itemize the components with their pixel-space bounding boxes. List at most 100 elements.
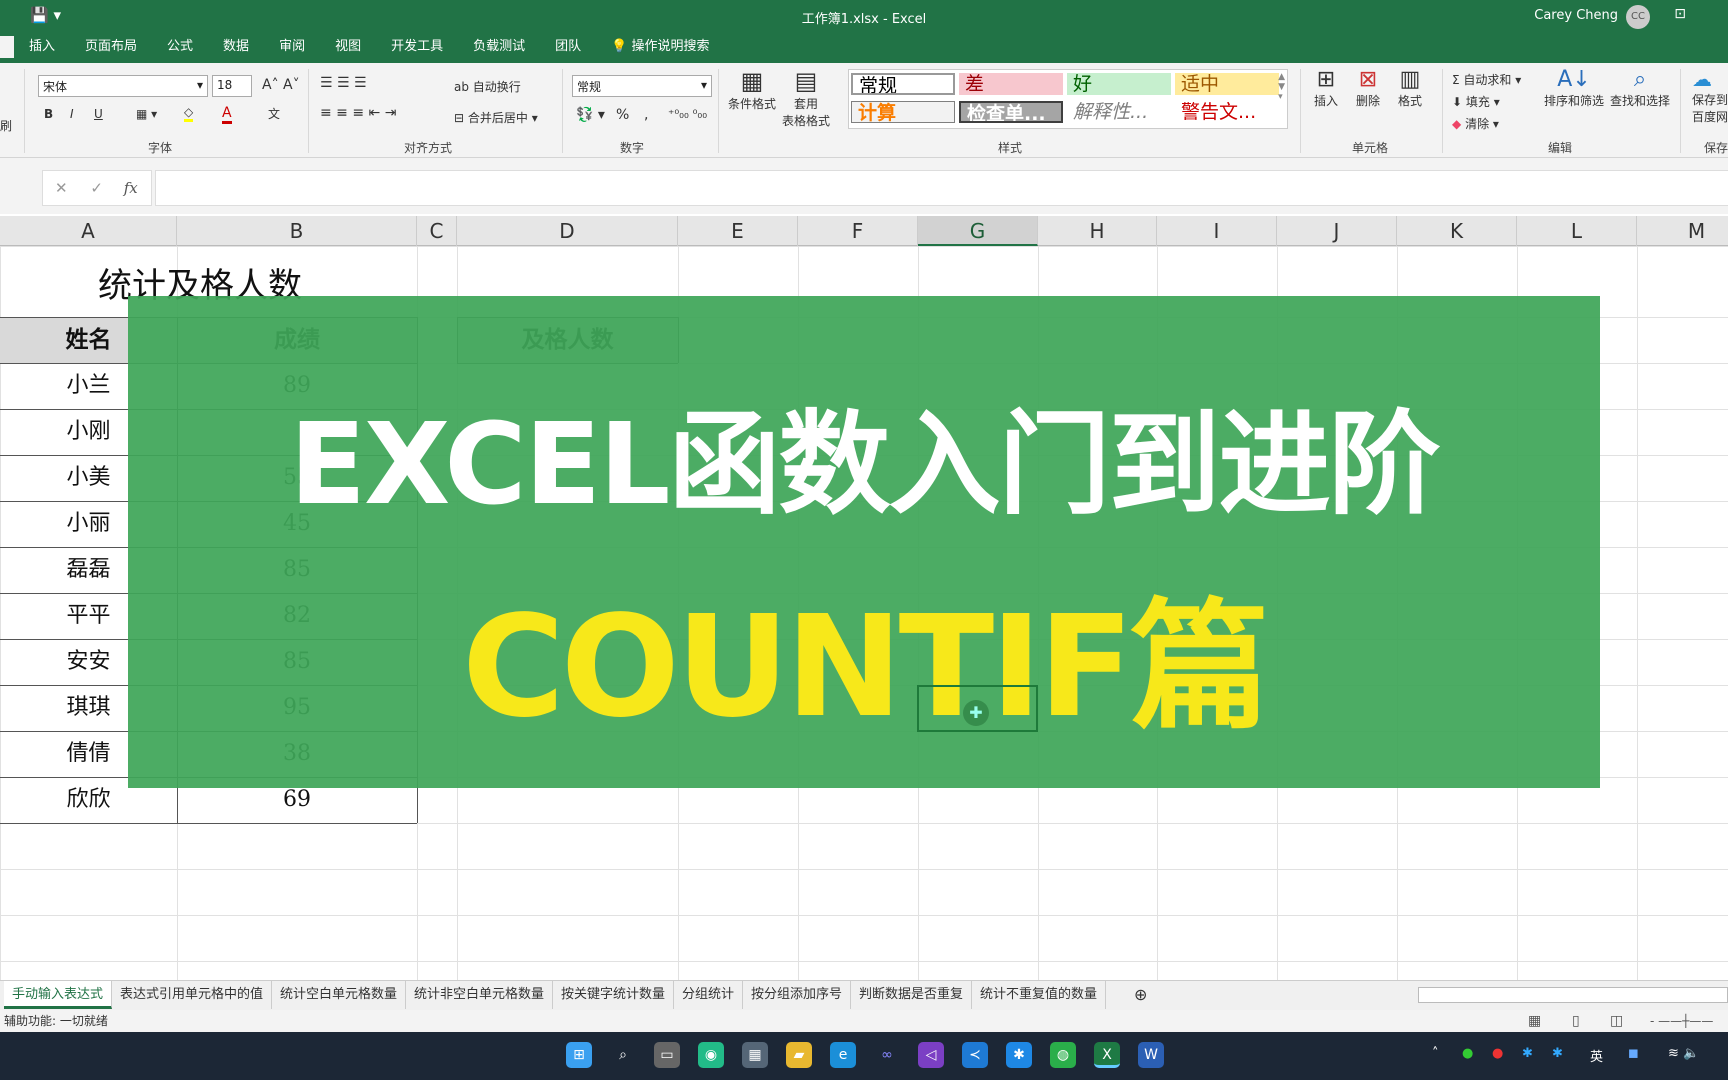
wrap-text-button[interactable]: ab 自动换行	[454, 78, 521, 95]
format-cells-button[interactable]: ▥ 格式	[1398, 67, 1422, 109]
save-baidu-button[interactable]: ☁ 保存到百度网盘	[1692, 67, 1728, 125]
column-header-c[interactable]: C	[417, 216, 457, 246]
ribbon-display-icon[interactable]: ⊡	[1674, 6, 1686, 22]
vscode-icon[interactable]: ≺	[962, 1042, 988, 1068]
tray-app4-icon[interactable]: ◼	[1628, 1046, 1639, 1061]
style-normal[interactable]: 常规	[851, 73, 955, 95]
column-header-j[interactable]: J	[1277, 216, 1397, 246]
excel-icon[interactable]: X	[1094, 1042, 1120, 1068]
visual-studio-icon[interactable]: ◁	[918, 1042, 944, 1068]
tray-wechat-icon[interactable]: ●	[1462, 1046, 1473, 1061]
tab-load-test[interactable]: 负载测试	[458, 36, 540, 58]
sheet-tab[interactable]: 按分组添加序号	[743, 981, 852, 1009]
percent-button[interactable]: %	[616, 107, 629, 123]
align-top-icon[interactable]: ☰ ☰ ☰	[320, 75, 367, 91]
tab-team[interactable]: 团队	[540, 36, 596, 58]
zoom-slider[interactable]: - ——┼——	[1650, 1010, 1713, 1032]
app-icon[interactable]: ◉	[698, 1042, 724, 1068]
column-header-k[interactable]: K	[1397, 216, 1517, 246]
cancel-icon[interactable]: ✕	[55, 179, 68, 197]
align-left-icon[interactable]: ≡ ≡ ≡ ⇤ ⇥	[320, 105, 396, 121]
insert-cells-button[interactable]: ⊞ 插入	[1314, 67, 1338, 109]
decimal-icon[interactable]: ⁺⁰₀₀ ⁰₀₀	[668, 107, 707, 121]
phonetic-icon[interactable]: 文	[268, 105, 280, 122]
delete-cells-button[interactable]: ⊠ 删除	[1356, 67, 1380, 109]
border-icon[interactable]: ▦ ▾	[136, 107, 157, 121]
tab-formulas[interactable]: 公式	[152, 36, 208, 58]
tab-review[interactable]: 审阅	[264, 36, 320, 58]
column-header-a[interactable]: A	[0, 216, 177, 246]
horizontal-scrollbar[interactable]	[1418, 987, 1728, 1003]
word-icon[interactable]: W	[1138, 1042, 1164, 1068]
column-header-g[interactable]: G	[918, 216, 1038, 246]
bold-button[interactable]: B	[44, 107, 53, 121]
number-format-select[interactable]: 常规 ▾	[572, 75, 712, 97]
formula-input[interactable]	[155, 170, 1728, 206]
sheet-tab[interactable]: 分组统计	[674, 981, 744, 1009]
column-header-b[interactable]: B	[177, 216, 417, 246]
autosum-button[interactable]: Σ 自动求和 ▾	[1452, 71, 1521, 88]
column-header-l[interactable]: L	[1517, 216, 1637, 246]
tab-view[interactable]: 视图	[320, 36, 376, 58]
style-good[interactable]: 好	[1067, 73, 1171, 95]
find-select-button[interactable]: ⌕ 查找和选择	[1610, 67, 1670, 109]
style-warning[interactable]: 警告文...	[1175, 101, 1279, 123]
sheet-tab[interactable]: 表达式引用单元格中的值	[112, 981, 273, 1009]
tab-page-layout[interactable]: 页面布局	[70, 36, 152, 58]
view-normal-icon[interactable]: ▦	[1528, 1010, 1541, 1032]
sheet-tab[interactable]: 统计不重复值的数量	[972, 981, 1107, 1009]
tray-app2-icon[interactable]: ✱	[1522, 1046, 1533, 1061]
gallery-scroll-icon[interactable]: ▲ ▼ ▾	[1278, 72, 1285, 102]
avatar[interactable]: CC	[1626, 5, 1650, 29]
conditional-format-button[interactable]: ▦ 条件格式	[728, 67, 776, 112]
column-header-e[interactable]: E	[678, 216, 798, 246]
column-header-m[interactable]: M	[1637, 216, 1728, 246]
table-format-button[interactable]: ▤ 套用 表格格式	[782, 67, 830, 129]
tab-insert[interactable]: 插入	[14, 36, 70, 58]
task-view-icon[interactable]: ▭	[654, 1042, 680, 1068]
font-grow-icon[interactable]: A˄ A˅	[262, 77, 300, 93]
italic-button[interactable]: I	[70, 107, 74, 121]
ime-indicator[interactable]: 英	[1590, 1046, 1603, 1065]
insert-function-icon[interactable]: fx	[124, 179, 138, 197]
clear-button[interactable]: ◆ 清除 ▾	[1452, 115, 1499, 132]
column-header-f[interactable]: F	[798, 216, 918, 246]
comma-button[interactable]: ,	[644, 107, 648, 123]
infinity-icon[interactable]: ∞	[874, 1042, 900, 1068]
tell-me-search[interactable]: 💡 操作说明搜索	[596, 36, 724, 58]
sheet-tab[interactable]: 统计非空白单元格数量	[406, 981, 554, 1009]
tab-data[interactable]: 数据	[208, 36, 264, 58]
underline-button[interactable]: U	[94, 107, 103, 121]
column-header-h[interactable]: H	[1038, 216, 1157, 246]
sheet-tab[interactable]: 统计空白单元格数量	[272, 981, 407, 1009]
sheet-tab[interactable]: 判断数据是否重复	[851, 981, 973, 1009]
view-page-break-icon[interactable]: ◫	[1610, 1010, 1623, 1032]
style-check-cell[interactable]: 检查单...	[959, 101, 1063, 123]
view-page-layout-icon[interactable]: ▯	[1572, 1010, 1580, 1032]
font-color-icon[interactable]: A	[222, 105, 232, 124]
style-bad[interactable]: 差	[959, 73, 1063, 95]
start-icon[interactable]: ⊞	[566, 1042, 592, 1068]
sort-filter-button[interactable]: A↓ 排序和筛选	[1544, 67, 1604, 109]
style-calculation[interactable]: 计算	[851, 101, 955, 123]
merge-center-button[interactable]: ⊟ 合并后居中 ▾	[454, 109, 538, 126]
column-header-d[interactable]: D	[457, 216, 678, 246]
format-painter-button[interactable]: 刷	[0, 117, 12, 134]
user-name[interactable]: Carey Cheng	[1534, 8, 1618, 23]
tab-developer[interactable]: 开发工具	[376, 36, 458, 58]
fill-button[interactable]: ⬇ 填充 ▾	[1452, 93, 1500, 110]
add-sheet-icon[interactable]: ⊕	[1126, 981, 1155, 1009]
font-name-select[interactable]: 宋体 ▾	[38, 75, 208, 97]
sheet-tab[interactable]: 按关键字统计数量	[553, 981, 675, 1009]
fill-color-icon[interactable]: ◇	[184, 105, 194, 122]
column-header-i[interactable]: I	[1157, 216, 1277, 246]
tab-home[interactable]	[0, 36, 14, 58]
file-explorer-icon[interactable]: ▰	[786, 1042, 812, 1068]
calculator-icon[interactable]: ▦	[742, 1042, 768, 1068]
wechat-icon[interactable]: ◍	[1050, 1042, 1076, 1068]
edge-icon[interactable]: e	[830, 1042, 856, 1068]
tray-chevron-icon[interactable]: ˄	[1432, 1046, 1439, 1061]
search-taskbar-icon[interactable]: ⌕	[610, 1042, 636, 1068]
sheet-tab[interactable]: 手动输入表达式	[4, 981, 113, 1009]
confirm-icon[interactable]: ✓	[90, 179, 103, 197]
